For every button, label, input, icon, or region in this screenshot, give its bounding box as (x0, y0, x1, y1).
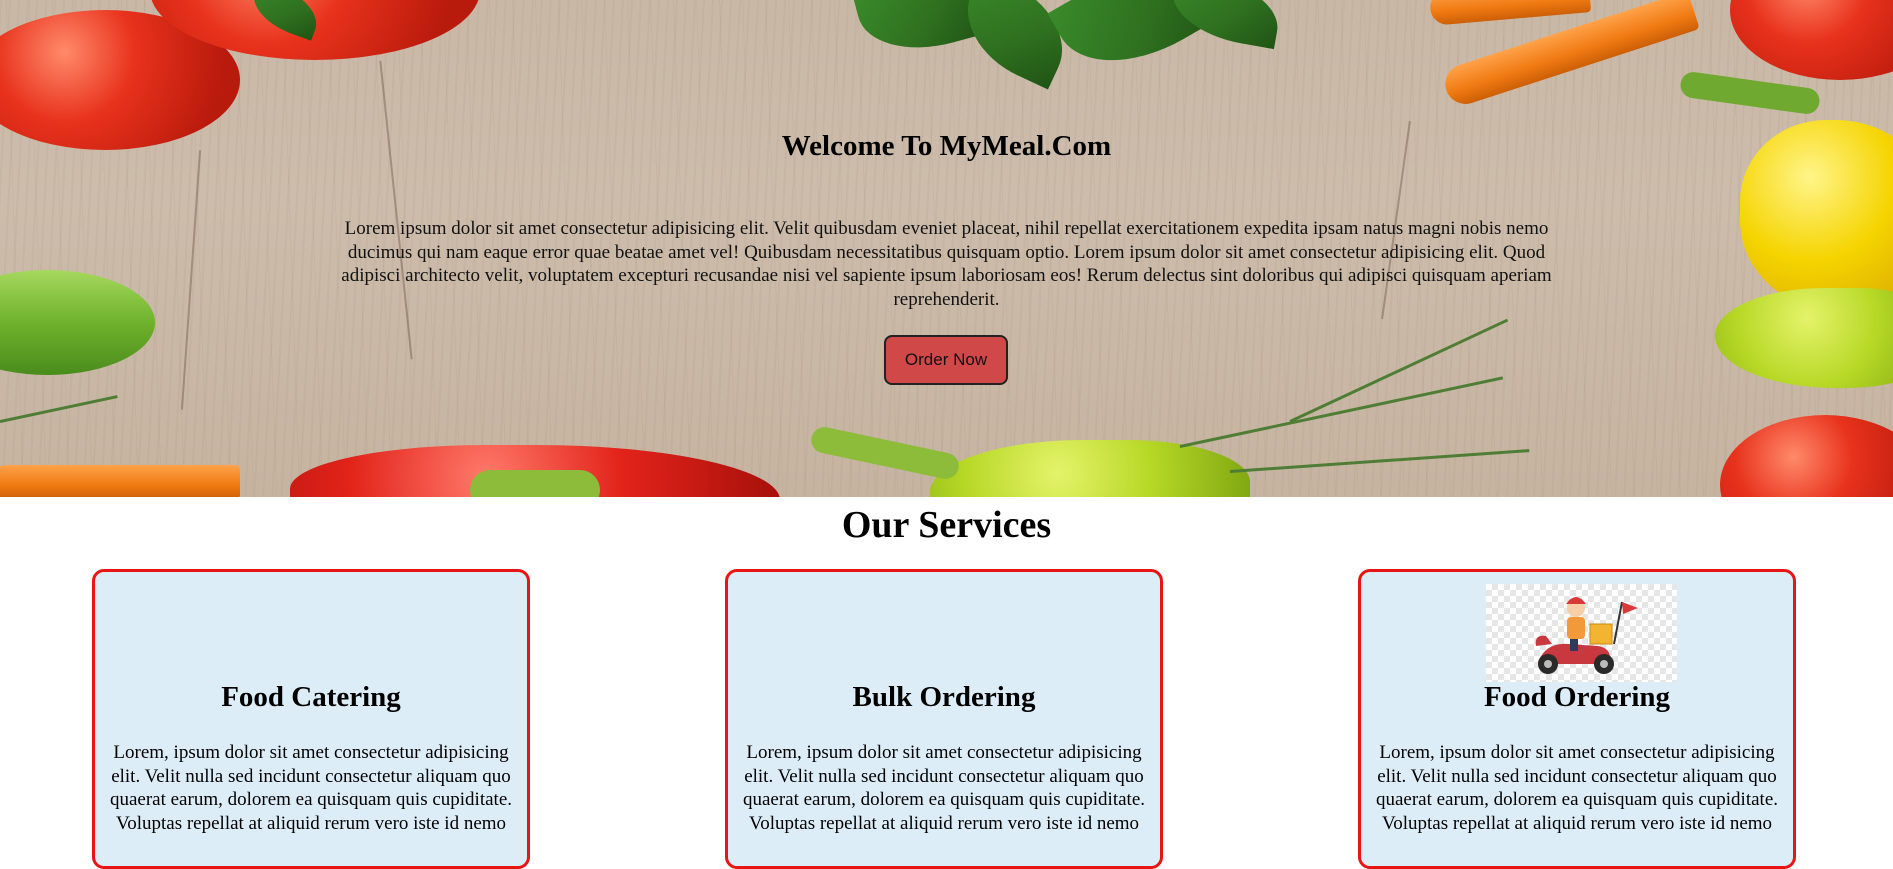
card-image-slot (1361, 572, 1793, 682)
service-card-food-ordering: Food Ordering Lorem, ipsum dolor sit ame… (1358, 569, 1796, 869)
card-image-slot (728, 572, 1160, 680)
delivery-scooter-icon (1486, 584, 1677, 682)
services-heading: Our Services (841, 504, 1052, 546)
service-card-bulk-ordering: Bulk Ordering Lorem, ipsum dolor sit ame… (725, 569, 1163, 869)
hero-description: Lorem ipsum dolor sit amet consectetur a… (341, 218, 1552, 310)
service-card-food-catering: Food Catering Lorem, ipsum dolor sit ame… (92, 569, 530, 869)
hero-content: Welcome To MyMeal.Com Lorem ipsum dolor … (0, 0, 1893, 497)
card-description: Lorem, ipsum dolor sit amet consectetur … (742, 742, 1146, 834)
card-description: Lorem, ipsum dolor sit amet consectetur … (109, 742, 513, 834)
card-title: Food Ordering (1483, 681, 1671, 713)
card-title: Food Catering (221, 681, 401, 713)
hero-title: Welcome To MyMeal.Com (781, 130, 1112, 162)
hero-banner: Welcome To MyMeal.Com Lorem ipsum dolor … (0, 0, 1893, 497)
card-image-slot (95, 572, 527, 680)
card-description: Lorem, ipsum dolor sit amet consectetur … (1375, 742, 1779, 834)
card-title: Bulk Ordering (852, 681, 1036, 713)
order-now-button[interactable]: Order Now (884, 335, 1008, 385)
